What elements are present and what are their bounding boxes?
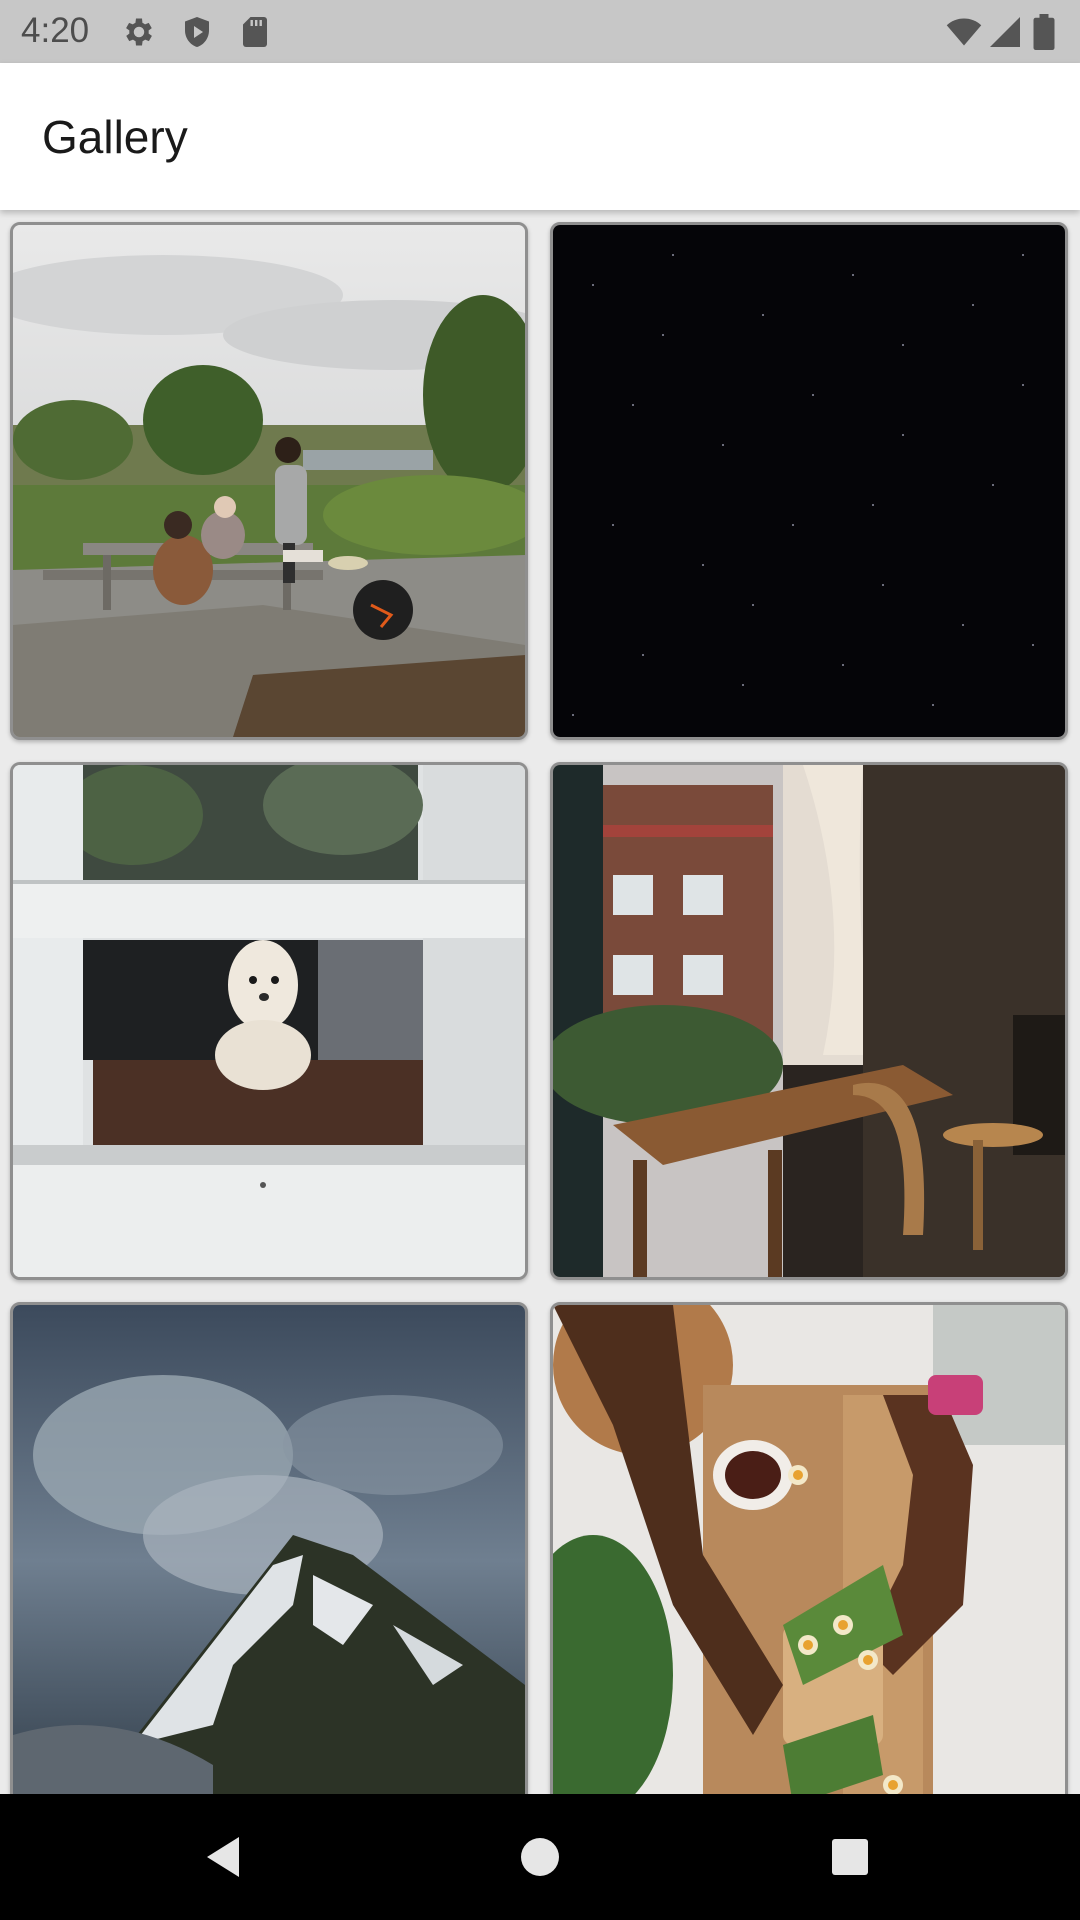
gallery-item-picnic-photo[interactable]	[10, 222, 528, 740]
navigation-bar	[0, 1794, 1080, 1920]
gear-icon	[121, 14, 157, 50]
gallery-item-dining-room-photo[interactable]	[550, 762, 1068, 1280]
screen: 4:20 Gallery	[0, 0, 1080, 1920]
back-icon[interactable]	[195, 1827, 255, 1887]
page-title: Gallery	[42, 111, 188, 163]
gallery-item-food-photo[interactable]	[550, 1302, 1068, 1794]
recents-icon[interactable]	[820, 1827, 880, 1887]
home-icon[interactable]	[510, 1827, 570, 1887]
shield-icon	[179, 14, 215, 50]
gallery-item-mountain-photo[interactable]	[10, 1302, 528, 1794]
gallery-item-night-sky-photo[interactable]	[550, 222, 1068, 740]
wifi-icon	[944, 14, 984, 50]
gallery-grid[interactable]	[0, 210, 1080, 1794]
gallery-item-dog-photo[interactable]	[10, 762, 528, 1280]
app-bar: Gallery	[0, 63, 1080, 210]
sd-card-icon	[237, 14, 273, 50]
signal-icon	[987, 14, 1023, 50]
battery-icon	[1033, 14, 1063, 50]
status-time: 4:20	[21, 11, 90, 50]
status-bar: 4:20	[0, 0, 1080, 63]
